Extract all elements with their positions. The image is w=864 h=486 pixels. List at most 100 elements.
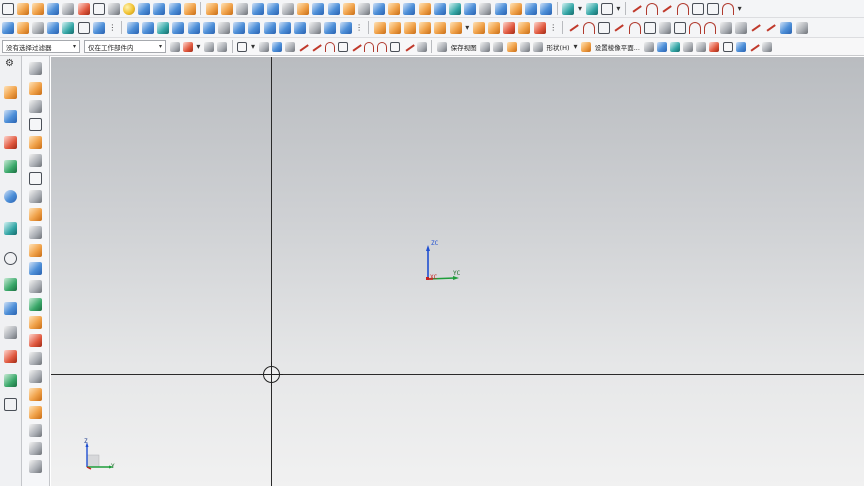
- studio-surface-icon[interactable]: [126, 21, 139, 34]
- copy-to-layer-icon[interactable]: [696, 41, 707, 52]
- simple-interference-icon[interactable]: [29, 460, 42, 473]
- fill-surface-icon[interactable]: [172, 21, 185, 34]
- annotation-text-icon[interactable]: [722, 41, 733, 52]
- snap-endpoint-icon[interactable]: [284, 41, 295, 52]
- dropdown-arrow-icon[interactable]: ▾: [578, 4, 582, 13]
- block-icon[interactable]: [153, 2, 166, 15]
- swept-icon[interactable]: [31, 21, 44, 34]
- undo-selection-icon[interactable]: [203, 41, 214, 52]
- more-tools-icon[interactable]: ⋮: [108, 23, 116, 32]
- split-body-icon[interactable]: [373, 2, 386, 15]
- selection-scope-dropdown[interactable]: 仅在工作部件内 ▾: [84, 40, 166, 53]
- extract-geometry-icon[interactable]: [29, 136, 42, 149]
- snap-on-curve-icon[interactable]: [404, 42, 414, 52]
- more-tools-icon[interactable]: ⋮: [549, 23, 557, 32]
- studio-render-icon[interactable]: [434, 21, 447, 34]
- chamfer-icon[interactable]: [327, 2, 340, 15]
- rectangle-icon[interactable]: [691, 2, 704, 15]
- variable-offset-icon[interactable]: [233, 21, 246, 34]
- n-sided-surface-icon[interactable]: [92, 21, 105, 34]
- sketch-mirror-icon[interactable]: [795, 21, 808, 34]
- snap-existing-point-icon[interactable]: [390, 41, 401, 52]
- rectangle-select-icon[interactable]: [237, 41, 248, 52]
- boss-icon[interactable]: [62, 2, 75, 15]
- through-mesh-icon[interactable]: [16, 21, 29, 34]
- section-curve-icon[interactable]: [29, 190, 42, 203]
- sketch-offset-icon[interactable]: [734, 21, 747, 34]
- selection-filter-dropdown[interactable]: 没有选择过滤器 ▾: [2, 40, 80, 53]
- graphics-viewport[interactable]: ZC YC XC Z Y: [51, 57, 864, 486]
- hole-icon[interactable]: [47, 2, 60, 15]
- composite-curve-icon[interactable]: [29, 298, 42, 311]
- emboss-icon[interactable]: [464, 2, 477, 15]
- static-wireframe-icon[interactable]: [472, 21, 485, 34]
- sketch-ellipse-icon[interactable]: [689, 21, 702, 34]
- styled-sweep-icon[interactable]: [142, 21, 155, 34]
- measure-distance-icon[interactable]: [749, 42, 759, 52]
- sew-icon[interactable]: [433, 2, 446, 15]
- resize-blend-icon[interactable]: [540, 2, 553, 15]
- sketch-profile-icon[interactable]: [613, 22, 625, 34]
- reuse-library-icon[interactable]: [4, 160, 17, 173]
- join-curve-icon[interactable]: [29, 262, 42, 275]
- orient-view-icon[interactable]: [480, 41, 491, 52]
- sketch-circle-icon[interactable]: [628, 21, 641, 34]
- more-tools-icon[interactable]: ⋮: [355, 23, 363, 32]
- pad-icon[interactable]: [92, 2, 105, 15]
- process-studio-icon[interactable]: [4, 302, 17, 315]
- line-icon[interactable]: [631, 3, 643, 15]
- move-object-icon[interactable]: [29, 370, 42, 383]
- note-icon[interactable]: [735, 41, 746, 52]
- gear-icon[interactable]: ⚙: [5, 58, 14, 69]
- polygon-icon[interactable]: [706, 2, 719, 15]
- plane-icon[interactable]: [29, 100, 42, 113]
- expression-icon[interactable]: [29, 424, 42, 437]
- measure-body-icon[interactable]: [762, 41, 773, 52]
- intersect-icon[interactable]: [418, 2, 431, 15]
- trim-body-icon[interactable]: [357, 2, 370, 15]
- body-select-icon[interactable]: [258, 41, 269, 52]
- extension-icon[interactable]: [187, 21, 200, 34]
- constraint-navigator-icon[interactable]: [4, 110, 17, 123]
- offset-curve-icon[interactable]: [29, 226, 42, 239]
- enlarge-icon[interactable]: [324, 21, 337, 34]
- assembly-navigator-icon[interactable]: [4, 86, 17, 99]
- styled-blend-icon[interactable]: [157, 21, 170, 34]
- hidden-line-icon[interactable]: [404, 21, 417, 34]
- face-analysis-icon[interactable]: [419, 21, 432, 34]
- delete-face-icon[interactable]: [509, 2, 522, 15]
- dropdown-arrow-icon[interactable]: ▾: [251, 42, 255, 51]
- clip-section-icon[interactable]: [518, 21, 531, 34]
- bounded-plane-icon[interactable]: [77, 21, 90, 34]
- dropdown-arrow-icon[interactable]: ▾: [616, 4, 620, 13]
- save-view-icon[interactable]: [437, 41, 447, 52]
- mirror-feature-icon[interactable]: [236, 2, 249, 15]
- draft-icon[interactable]: [297, 2, 310, 15]
- sketch-fillet-icon[interactable]: [704, 21, 717, 34]
- isoparametric-curve-icon[interactable]: [29, 280, 42, 293]
- sketch-rectangle-icon[interactable]: [598, 21, 611, 34]
- edit-section-icon[interactable]: [533, 21, 546, 34]
- bridge-curve-icon[interactable]: [29, 244, 42, 257]
- snap-midpoint-icon[interactable]: [311, 42, 321, 52]
- sweep-along-guide-icon[interactable]: [29, 334, 42, 347]
- save-view-button[interactable]: 保存视图: [451, 42, 477, 52]
- synchronous-modeling-icon[interactable]: [29, 352, 42, 365]
- move-face-icon[interactable]: [524, 2, 537, 15]
- sketch-line-icon[interactable]: [568, 22, 580, 34]
- trim-extend-icon[interactable]: [339, 21, 352, 34]
- sketch-extend-icon[interactable]: [765, 22, 777, 34]
- system-scenes-icon[interactable]: [4, 374, 17, 387]
- datum-csys-icon[interactable]: [600, 2, 613, 15]
- sketch-dimension-icon[interactable]: [658, 21, 671, 34]
- sketch-project-icon[interactable]: [780, 21, 793, 34]
- clock-history-icon[interactable]: [4, 252, 17, 265]
- point-set-icon[interactable]: [29, 82, 42, 95]
- layer-settings-icon[interactable]: [643, 41, 654, 52]
- through-curves-icon[interactable]: [1, 21, 14, 34]
- wireframe-view-icon[interactable]: [388, 21, 401, 34]
- intersection-curve-icon[interactable]: [29, 172, 42, 185]
- select-all-icon[interactable]: [169, 41, 180, 52]
- helix-icon[interactable]: [676, 2, 689, 15]
- manufacturing-wizard-icon[interactable]: [4, 326, 17, 339]
